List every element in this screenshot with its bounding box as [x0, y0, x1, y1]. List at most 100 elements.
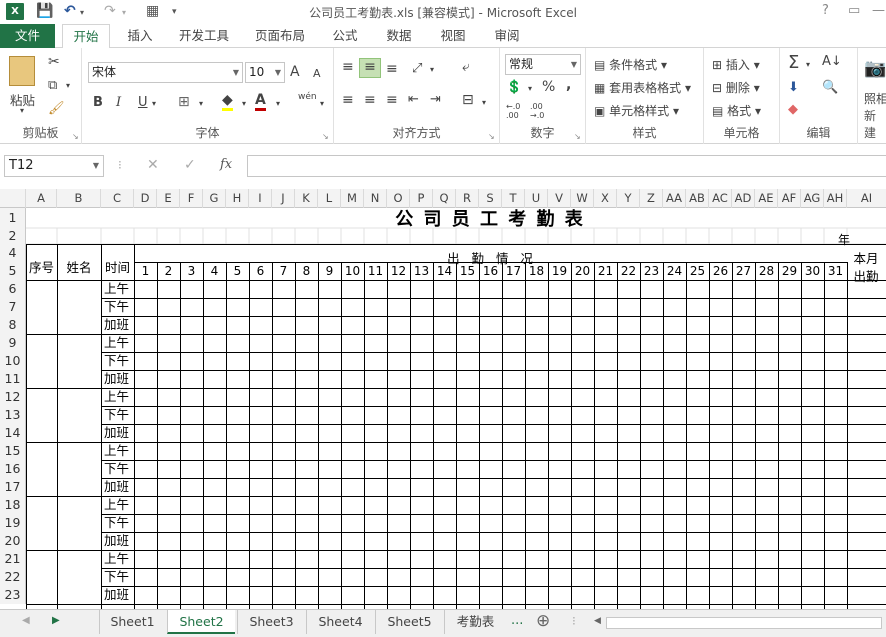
day-header-6[interactable]: 6 — [249, 262, 272, 280]
align-right-icon[interactable]: ≡ — [386, 92, 398, 108]
autosum-dropdown-icon[interactable]: ▾ — [806, 60, 810, 69]
cancel-icon[interactable]: ✕ — [147, 157, 159, 173]
underline-button[interactable]: U — [138, 95, 148, 110]
underline-dropdown-icon[interactable]: ▾ — [152, 99, 156, 108]
help-icon[interactable]: ? — [822, 3, 829, 18]
drag-handle-icon[interactable]: ⁝ — [118, 158, 122, 172]
tab-view[interactable]: 视图 — [432, 24, 474, 48]
period-cell[interactable]: 下午 — [102, 298, 134, 316]
period-cell[interactable]: 下午 — [102, 406, 134, 424]
sheet-tab-3[interactable]: Sheet3 — [237, 610, 305, 634]
day-header-8[interactable]: 8 — [295, 262, 318, 280]
align-middle-icon[interactable]: ≡ — [359, 58, 381, 78]
accounting-format-icon[interactable]: 💲 — [506, 80, 522, 95]
format-as-table-button[interactable]: ▦ 套用表格格式 ▾ — [594, 79, 691, 96]
format-cells-button[interactable]: ▤ 格式 ▾ — [712, 102, 761, 119]
restore-icon[interactable]: ▭ — [848, 3, 860, 18]
alignment-launcher-icon[interactable]: ↘ — [488, 132, 495, 141]
tab-developer[interactable]: 开发工具 — [170, 24, 238, 48]
period-cell[interactable]: 上午 — [102, 496, 134, 514]
tab-insert[interactable]: 插入 — [120, 24, 160, 48]
phonetic-icon[interactable]: wén — [298, 92, 317, 102]
fill-icon[interactable]: ⬇ — [788, 80, 799, 95]
day-header-18[interactable]: 18 — [525, 262, 548, 280]
scroll-prev-sheet-icon[interactable]: ◀ — [22, 615, 30, 626]
tab-page-layout[interactable]: 页面布局 — [248, 24, 312, 48]
increase-indent-icon[interactable]: ⇥ — [430, 92, 441, 107]
period-cell[interactable]: 上午 — [102, 280, 134, 298]
day-header-28[interactable]: 28 — [755, 262, 778, 280]
grow-font-icon[interactable]: A — [290, 64, 300, 80]
period-cell[interactable]: 下午 — [102, 514, 134, 532]
horizontal-scrollbar[interactable] — [606, 617, 882, 629]
day-header-26[interactable]: 26 — [709, 262, 732, 280]
align-bottom-icon[interactable]: ≡ — [386, 61, 398, 77]
day-header-1[interactable]: 1 — [134, 262, 157, 280]
wrap-text-icon[interactable]: ⤶ — [462, 59, 470, 75]
day-header-2[interactable]: 2 — [157, 262, 180, 280]
font-name-select[interactable]: 宋体 ▼ — [88, 62, 243, 83]
delete-cells-button[interactable]: ⊟ 删除 ▾ — [712, 79, 760, 96]
increase-decimal-icon[interactable]: ←.0.00 — [506, 102, 520, 120]
scroll-next-sheet-icon[interactable]: ▶ — [52, 615, 60, 626]
paste-icon[interactable] — [9, 56, 35, 86]
font-color-dropdown-icon[interactable]: ▾ — [276, 99, 280, 108]
day-header-15[interactable]: 15 — [456, 262, 479, 280]
sheet-tab-4[interactable]: Sheet4 — [306, 610, 374, 634]
fill-color-icon[interactable]: ◆ — [222, 92, 233, 111]
font-size-select[interactable]: 10 ▼ — [245, 62, 285, 83]
day-header-12[interactable]: 12 — [387, 262, 410, 280]
phonetic-dropdown-icon[interactable]: ▾ — [320, 99, 324, 108]
copy-dropdown-icon[interactable]: ▾ — [66, 81, 70, 90]
find-select-icon[interactable]: 🔍 — [822, 80, 838, 95]
day-header-10[interactable]: 10 — [341, 262, 364, 280]
insert-cells-button[interactable]: ⊞ 插入 ▾ — [712, 56, 760, 73]
decrease-decimal-icon[interactable]: .00 →.0 — [530, 102, 544, 120]
shrink-font-icon[interactable]: A — [313, 67, 321, 80]
accounting-dropdown-icon[interactable]: ▾ — [528, 84, 532, 93]
align-left-icon[interactable]: ≡ — [342, 92, 354, 108]
name-box[interactable]: T12 ▼ — [4, 155, 104, 177]
worksheet-grid[interactable]: A B C D E F G H I J K L M N O P Q R S T U V W X Y Z AA AB AC AD AE AF AG… — [0, 189, 886, 609]
tab-home[interactable]: 开始 — [62, 24, 110, 49]
format-painter-icon[interactable]: 🖌 — [48, 101, 65, 116]
day-header-19[interactable]: 19 — [548, 262, 571, 280]
minimize-icon[interactable]: — — [872, 3, 885, 18]
fill-color-dropdown-icon[interactable]: ▾ — [242, 99, 246, 108]
day-header-30[interactable]: 30 — [801, 262, 824, 280]
camera-icon[interactable]: 📷 — [864, 58, 886, 79]
cut-icon[interactable]: ✂ — [48, 54, 60, 70]
more-sheets[interactable]: ... — [511, 613, 523, 628]
day-header-9[interactable]: 9 — [318, 262, 341, 280]
day-header-23[interactable]: 23 — [640, 262, 663, 280]
day-header-16[interactable]: 16 — [479, 262, 502, 280]
decrease-indent-icon[interactable]: ⇤ — [408, 92, 419, 107]
period-cell[interactable]: 上午 — [102, 388, 134, 406]
cell-styles-button[interactable]: ▣ 单元格样式 ▾ — [594, 102, 679, 119]
period-cell[interactable]: 加班 — [102, 586, 134, 604]
orientation-dropdown-icon[interactable]: ▾ — [430, 65, 434, 74]
orientation-icon[interactable]: ⤢ — [412, 61, 422, 76]
day-header-29[interactable]: 29 — [778, 262, 801, 280]
tab-formulas[interactable]: 公式 — [324, 24, 366, 48]
sheet-tab-2[interactable]: Sheet2 — [167, 610, 235, 634]
day-header-24[interactable]: 24 — [663, 262, 686, 280]
day-header-27[interactable]: 27 — [732, 262, 755, 280]
borders-icon[interactable]: ⊞ — [178, 94, 190, 110]
day-header-31[interactable]: 31 — [824, 262, 847, 280]
period-cell[interactable]: 加班 — [102, 370, 134, 388]
number-format-select[interactable]: 常规 ▼ — [505, 54, 581, 75]
period-cell[interactable]: 加班 — [102, 316, 134, 334]
tab-review[interactable]: 审阅 — [486, 24, 528, 48]
formula-input[interactable] — [247, 155, 886, 177]
sheet-tab-1[interactable]: Sheet1 — [99, 610, 165, 634]
period-cell[interactable]: 上午 — [102, 334, 134, 352]
day-header-3[interactable]: 3 — [180, 262, 203, 280]
tab-file[interactable]: 文件 — [0, 24, 55, 48]
day-header-7[interactable]: 7 — [272, 262, 295, 280]
comma-button[interactable]: , — [566, 77, 571, 93]
period-cell[interactable]: 加班 — [102, 478, 134, 496]
clear-icon[interactable]: ◆ — [788, 102, 798, 117]
bold-button[interactable]: B — [93, 95, 103, 110]
period-cell[interactable]: 下午 — [102, 568, 134, 586]
